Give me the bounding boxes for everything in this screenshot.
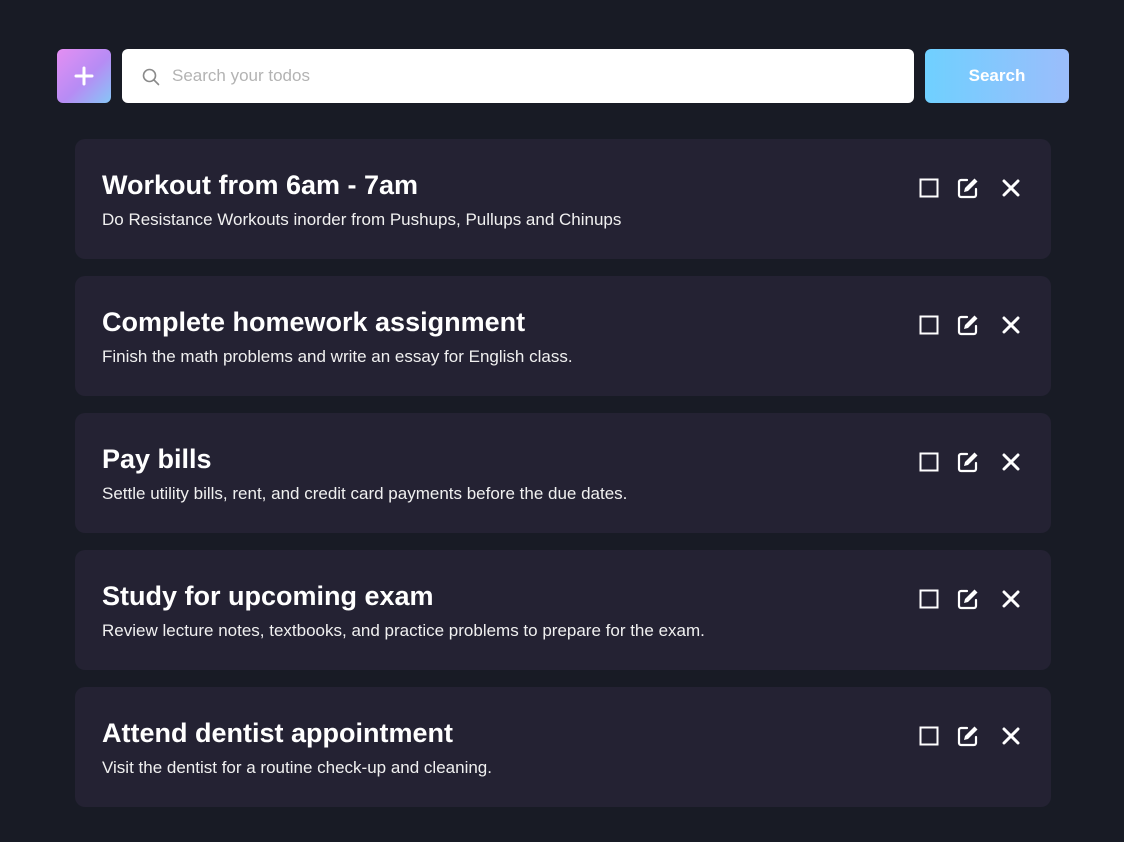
todo-list: Workout from 6am - 7am Do Resistance Wor… (75, 139, 1051, 824)
todo-description: Visit the dentist for a routine check-up… (102, 758, 492, 777)
search-input[interactable] (172, 49, 902, 103)
close-icon (1002, 590, 1020, 608)
complete-checkbox[interactable] (917, 312, 941, 338)
todo-toolbar: Search (57, 49, 1069, 103)
edit-todo-button[interactable] (955, 449, 981, 475)
checkbox-icon (919, 452, 939, 472)
delete-todo-button[interactable] (999, 586, 1023, 612)
todo-title: Workout from 6am - 7am (102, 170, 419, 200)
todo-description: Review lecture notes, textbooks, and pra… (102, 621, 705, 640)
complete-checkbox[interactable] (917, 723, 941, 749)
edit-todo-button[interactable] (955, 723, 981, 749)
todo-actions (917, 449, 1027, 475)
search-icon (142, 68, 160, 86)
todo-description: Settle utility bills, rent, and credit c… (102, 484, 628, 503)
delete-todo-button[interactable] (999, 312, 1023, 338)
complete-checkbox[interactable] (917, 175, 941, 201)
edit-icon (957, 726, 978, 747)
edit-todo-button[interactable] (955, 312, 981, 338)
edit-icon (957, 178, 978, 199)
complete-checkbox[interactable] (917, 586, 941, 612)
todo-title: Study for upcoming exam (102, 581, 434, 611)
todo-title: Pay bills (102, 444, 212, 474)
todo-actions (917, 312, 1027, 338)
checkbox-icon (919, 178, 939, 198)
checkbox-icon (919, 726, 939, 746)
todo-item: Attend dentist appointment Visit the den… (75, 687, 1051, 807)
close-icon (1002, 727, 1020, 745)
close-icon (1002, 453, 1020, 471)
search-button[interactable]: Search (925, 49, 1069, 103)
todo-actions (917, 723, 1027, 749)
todo-title: Complete homework assignment (102, 307, 526, 337)
edit-icon (957, 589, 978, 610)
delete-todo-button[interactable] (999, 175, 1023, 201)
todo-item: Workout from 6am - 7am Do Resistance Wor… (75, 139, 1051, 259)
edit-todo-button[interactable] (955, 175, 981, 201)
todo-actions (917, 175, 1027, 201)
delete-todo-button[interactable] (999, 723, 1023, 749)
edit-icon (957, 452, 978, 473)
delete-todo-button[interactable] (999, 449, 1023, 475)
close-icon (1002, 179, 1020, 197)
complete-checkbox[interactable] (917, 449, 941, 475)
add-todo-button[interactable] (57, 49, 111, 103)
close-icon (1002, 316, 1020, 334)
todo-description: Do Resistance Workouts inorder from Push… (102, 210, 622, 229)
todo-description: Finish the math problems and write an es… (102, 347, 573, 366)
todo-actions (917, 586, 1027, 612)
search-bar (122, 49, 914, 103)
todo-item: Pay bills Settle utility bills, rent, an… (75, 413, 1051, 533)
edit-todo-button[interactable] (955, 586, 981, 612)
plus-icon (74, 66, 94, 86)
checkbox-icon (919, 589, 939, 609)
checkbox-icon (919, 315, 939, 335)
todo-item: Complete homework assignment Finish the … (75, 276, 1051, 396)
todo-title: Attend dentist appointment (102, 718, 453, 748)
edit-icon (957, 315, 978, 336)
todo-item: Study for upcoming exam Review lecture n… (75, 550, 1051, 670)
